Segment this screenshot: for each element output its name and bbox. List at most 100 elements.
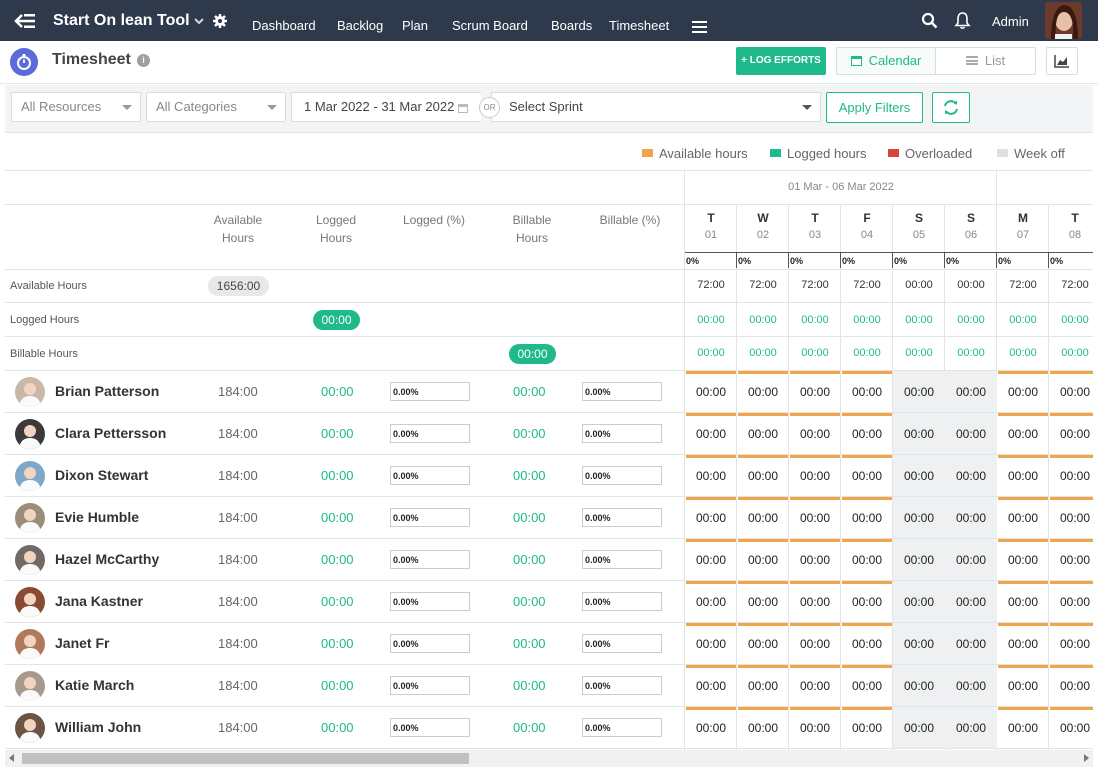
day-cell[interactable]: 00:00: [737, 707, 789, 749]
day-cell[interactable]: 00:00: [893, 413, 945, 455]
horizontal-scrollbar[interactable]: [5, 750, 1093, 767]
day-cell[interactable]: 00:00: [737, 497, 789, 539]
date-range-input[interactable]: 1 Mar 2022 - 31 Mar 2022: [291, 92, 481, 122]
day-cell[interactable]: 00:00: [945, 707, 997, 749]
day-cell[interactable]: 00:00: [789, 497, 841, 539]
day-cell[interactable]: 00:00: [841, 581, 893, 623]
day-cell[interactable]: 00:00: [685, 371, 737, 413]
day-cell[interactable]: 00:00: [1049, 371, 1093, 413]
resource-name[interactable]: William John: [55, 719, 141, 735]
table-row[interactable]: Brian Patterson 184:00 00:00 0.00% 00:00 0.00…: [5, 371, 1093, 413]
resource-name[interactable]: Katie March: [55, 677, 134, 693]
table-row[interactable]: Dixon Stewart 184:00 00:00 0.00% 00:00 0.00% 0…: [5, 455, 1093, 497]
sprint-select[interactable]: Select Sprint: [491, 92, 821, 122]
table-row[interactable]: Clara Pettersson 184:00 00:00 0.00% 00:00 0.0…: [5, 413, 1093, 455]
day-cell[interactable]: 00:00: [1049, 623, 1093, 665]
day-cell[interactable]: 00:00: [997, 455, 1049, 497]
day-cell[interactable]: 00:00: [841, 455, 893, 497]
day-cell[interactable]: 00:00: [893, 623, 945, 665]
table-row[interactable]: Jana Kastner 184:00 00:00 0.00% 00:00 0.00% 00…: [5, 581, 1093, 623]
day-cell[interactable]: 00:00: [997, 371, 1049, 413]
day-cell[interactable]: 00:00: [893, 497, 945, 539]
day-cell[interactable]: 00:00: [997, 539, 1049, 581]
day-cell[interactable]: 00:00: [945, 371, 997, 413]
day-cell[interactable]: 00:00: [789, 455, 841, 497]
day-cell[interactable]: 00:00: [841, 497, 893, 539]
resources-select[interactable]: All Resources: [11, 92, 141, 122]
nav-backlog[interactable]: Backlog: [337, 18, 383, 33]
bell-icon[interactable]: [954, 11, 971, 30]
day-cell[interactable]: 00:00: [997, 497, 1049, 539]
day-cell[interactable]: 00:00: [945, 413, 997, 455]
day-cell[interactable]: 00:00: [893, 665, 945, 707]
table-row[interactable]: Evie Humble 184:00 00:00 0.00% 00:00 0.00% 00:…: [5, 497, 1093, 539]
day-cell[interactable]: 00:00: [841, 413, 893, 455]
resource-name[interactable]: Hazel McCarthy: [55, 551, 159, 567]
apply-filters-button[interactable]: Apply Filters: [826, 92, 923, 123]
scroll-left-icon[interactable]: [9, 754, 14, 762]
day-cell[interactable]: 00:00: [1049, 455, 1093, 497]
nav-timesheet[interactable]: Timesheet: [609, 18, 669, 33]
day-cell[interactable]: 00:00: [685, 581, 737, 623]
day-cell[interactable]: 00:00: [945, 665, 997, 707]
resource-name[interactable]: Brian Patterson: [55, 383, 159, 399]
day-cell[interactable]: 00:00: [685, 539, 737, 581]
resource-name[interactable]: Dixon Stewart: [55, 467, 148, 483]
day-cell[interactable]: 00:00: [945, 455, 997, 497]
day-cell[interactable]: 00:00: [789, 539, 841, 581]
search-icon[interactable]: [921, 12, 938, 29]
scrollbar-thumb[interactable]: [22, 753, 469, 764]
calendar-view-button[interactable]: Calendar: [837, 48, 936, 74]
nav-scrum-board[interactable]: Scrum Board: [452, 18, 528, 33]
day-cell[interactable]: 00:00: [841, 539, 893, 581]
categories-select[interactable]: All Categories: [146, 92, 286, 122]
day-cell[interactable]: 00:00: [997, 581, 1049, 623]
day-cell[interactable]: 00:00: [841, 371, 893, 413]
nav-plan[interactable]: Plan: [402, 18, 428, 33]
resource-name[interactable]: Janet Fr: [55, 635, 109, 651]
day-cell[interactable]: 00:00: [789, 665, 841, 707]
log-efforts-button[interactable]: + LOG EFFORTS: [736, 47, 826, 75]
gear-icon[interactable]: [212, 13, 228, 29]
chart-view-button[interactable]: [1046, 47, 1078, 75]
day-cell[interactable]: 00:00: [893, 455, 945, 497]
app-title[interactable]: Start On lean Tool: [53, 12, 190, 30]
day-cell[interactable]: 00:00: [893, 539, 945, 581]
day-cell[interactable]: 00:00: [737, 413, 789, 455]
table-row[interactable]: Katie March 184:00 00:00 0.00% 00:00 0.00% 00:…: [5, 665, 1093, 707]
day-cell[interactable]: 00:00: [1049, 581, 1093, 623]
day-cell[interactable]: 00:00: [893, 581, 945, 623]
day-cell[interactable]: 00:00: [789, 371, 841, 413]
day-cell[interactable]: 00:00: [685, 665, 737, 707]
day-cell[interactable]: 00:00: [1049, 539, 1093, 581]
day-cell[interactable]: 00:00: [737, 581, 789, 623]
resource-name[interactable]: Evie Humble: [55, 509, 139, 525]
day-cell[interactable]: 00:00: [841, 665, 893, 707]
info-icon[interactable]: i: [137, 54, 150, 67]
day-cell[interactable]: 00:00: [997, 623, 1049, 665]
day-cell[interactable]: 00:00: [685, 707, 737, 749]
back-menu-icon[interactable]: [13, 11, 37, 31]
day-cell[interactable]: 00:00: [945, 539, 997, 581]
resource-name[interactable]: Jana Kastner: [55, 593, 143, 609]
day-cell[interactable]: 00:00: [685, 455, 737, 497]
day-cell[interactable]: 00:00: [841, 707, 893, 749]
nav-dashboard[interactable]: Dashboard: [252, 18, 316, 33]
nav-boards[interactable]: Boards: [551, 18, 592, 33]
hamburger-menu-icon[interactable]: [692, 21, 707, 33]
list-view-button[interactable]: List: [936, 48, 1035, 74]
day-cell[interactable]: 00:00: [997, 707, 1049, 749]
day-cell[interactable]: 00:00: [737, 623, 789, 665]
day-cell[interactable]: 00:00: [789, 413, 841, 455]
day-cell[interactable]: 00:00: [789, 623, 841, 665]
day-cell[interactable]: 00:00: [945, 581, 997, 623]
day-cell[interactable]: 00:00: [1049, 665, 1093, 707]
day-cell[interactable]: 00:00: [789, 707, 841, 749]
day-cell[interactable]: 00:00: [737, 455, 789, 497]
table-row[interactable]: Janet Fr 184:00 00:00 0.00% 00:00 0.00% 00:00 0…: [5, 623, 1093, 665]
day-cell[interactable]: 00:00: [737, 371, 789, 413]
scroll-right-icon[interactable]: [1084, 754, 1089, 762]
day-cell[interactable]: 00:00: [945, 497, 997, 539]
day-cell[interactable]: 00:00: [685, 497, 737, 539]
table-row[interactable]: William John 184:00 00:00 0.00% 00:00 0.00% 00…: [5, 707, 1093, 749]
